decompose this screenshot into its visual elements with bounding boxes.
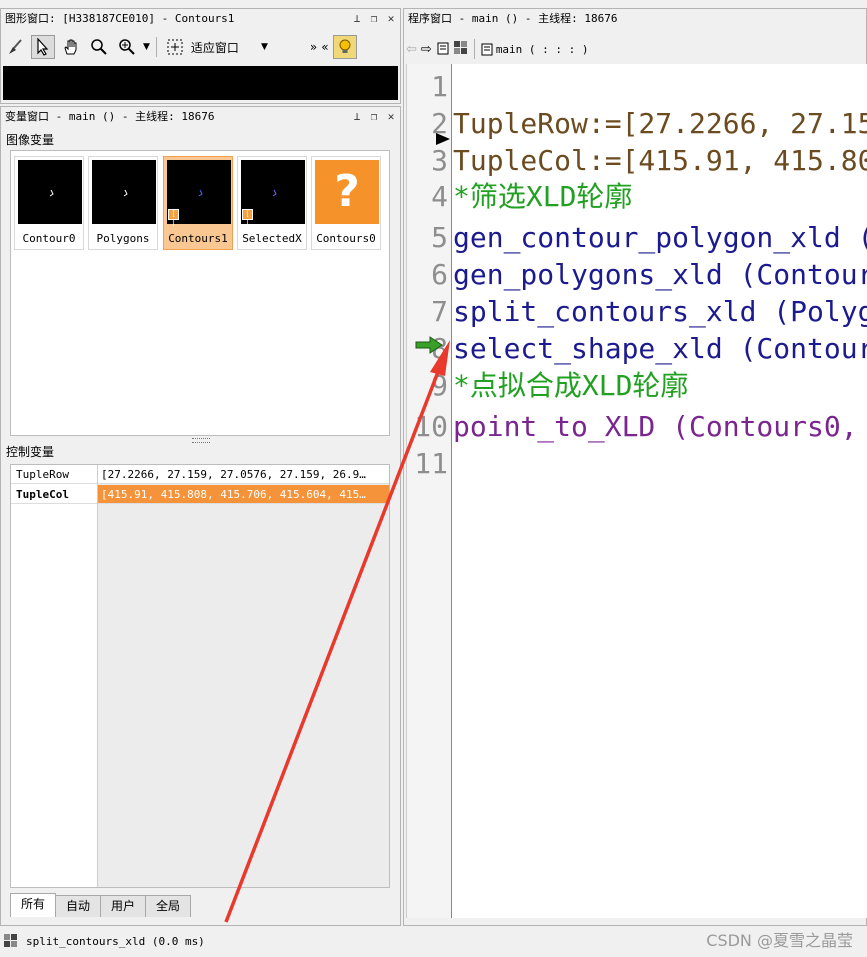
control-var-name: TupleRow (11, 465, 97, 484)
graphics-window: 图形窗口: [H338187CE010] - Contours1 ⊥ ❐ ✕ ▼… (0, 8, 401, 104)
back-icon[interactable]: ⇦ (406, 42, 417, 57)
pin-icon[interactable]: ⊥ (351, 110, 363, 123)
fit-window-label[interactable]: 适应窗口 (191, 39, 239, 56)
grid-icon[interactable] (453, 40, 468, 58)
tuple-flag-icon: [ ] (168, 209, 179, 227)
iconic-var-selectedx[interactable]: [ ] SelectedX (237, 156, 307, 250)
status-bar: split_contours_xld (0.0 ms) CSDN @夏雪之晶莹 (0, 927, 867, 957)
line-number: 1 (431, 70, 448, 103)
line-number: 5 (431, 221, 448, 254)
code-line[interactable]: 5gen_contour_polygon_xld (Contour0, Tupl… (407, 219, 867, 256)
expand-icon[interactable]: » (310, 40, 317, 54)
code-text: point_to_XLD (Contours0, TupleRow, Tuple… (453, 410, 867, 443)
graphics-toolbar: ▼ 适应窗口 ▼ » « (3, 33, 398, 61)
control-var-row[interactable]: TupleCol [415.91, 415.808, 415.706, 415.… (11, 485, 389, 504)
close-icon[interactable]: ✕ (385, 110, 397, 123)
code-line[interactable]: 1 (407, 68, 867, 105)
iconic-var-label: Contours0 (316, 232, 376, 245)
broom-icon[interactable] (3, 35, 27, 59)
line-number: 11 (414, 447, 448, 480)
zoom-icon[interactable] (115, 35, 139, 59)
iconic-var-label: Contour0 (22, 232, 76, 245)
code-text: TupleRow:=[27.2266, 27.159, 27.0576, 27.… (453, 107, 867, 140)
iconic-vars-label: 图像变量 (6, 133, 55, 147)
procedure-select[interactable]: main ( : : : ) (481, 43, 589, 56)
iconic-var-label: SelectedX (242, 232, 302, 245)
clipboard-icon[interactable] (436, 41, 450, 58)
iconic-var-polygons[interactable]: Polygons (88, 156, 158, 250)
status-message: split_contours_xld (0.0 ms) (26, 935, 205, 948)
control-var-row[interactable]: TupleRow [27.2266, 27.159, 27.0576, 27.1… (11, 465, 389, 484)
status-icon (4, 934, 18, 951)
procedure-icon (481, 43, 493, 55)
fit-icon[interactable] (163, 35, 187, 59)
code-line[interactable]: 6gen_polygons_xld (Contour0, Polygons, '… (407, 256, 867, 293)
control-var-value: [27.2266, 27.159, 27.0576, 27.159, 26.9… (98, 465, 389, 484)
lightbulb-icon[interactable] (332, 35, 357, 59)
tuple-flag-icon: [ ] (242, 209, 253, 227)
code-line[interactable]: 2TupleRow:=[27.2266, 27.159, 27.0576, 27… (407, 105, 867, 142)
insert-cursor-icon (436, 133, 450, 148)
control-vars-table: TupleRow [27.2266, 27.159, 27.0576, 27.1… (10, 464, 390, 888)
program-counter-icon (414, 334, 448, 359)
program-window-title: 程序窗口 - main () - 主线程: 18676 (408, 12, 618, 25)
iconic-var-contours0[interactable]: ? Contours0 (311, 156, 381, 250)
splitter-handle[interactable] (192, 438, 210, 443)
control-var-name: TupleCol (11, 485, 97, 504)
iconic-var-label: Polygons (96, 232, 150, 245)
pointer-icon[interactable] (31, 35, 55, 59)
line-number: 6 (431, 258, 448, 291)
control-name-column (11, 465, 98, 887)
thumbnail-image (92, 160, 156, 224)
line-number: 4 (431, 180, 448, 213)
procedure-select-value: main ( : : : ) (495, 42, 589, 56)
code-text: select_shape_xld (Contours1, SelectedXLD… (453, 332, 867, 365)
control-var-value: [415.91, 415.808, 415.706, 415.604, 415… (98, 485, 389, 504)
tab-global[interactable]: 全局 (145, 895, 192, 917)
collapse-icon[interactable]: « (321, 40, 328, 54)
restore-icon[interactable]: ❐ (368, 12, 380, 25)
program-toolbar: ⇦ ⇨ main ( : : : ) (406, 37, 864, 61)
hand-icon[interactable] (59, 35, 83, 59)
tab-auto[interactable]: 自动 (55, 895, 102, 917)
chevron-down-icon[interactable]: ▼ (143, 42, 150, 52)
chevron-down-icon[interactable]: ▼ (261, 42, 268, 52)
code-text: split_contours_xld (Polygons, Contours1,… (453, 295, 867, 328)
code-editor[interactable]: 12TupleRow:=[27.2266, 27.159, 27.0576, 2… (406, 64, 867, 918)
close-icon[interactable]: ✕ (385, 12, 397, 25)
code-line[interactable]: 8select_shape_xld (Contours1, SelectedXL… (407, 330, 867, 367)
tab-user[interactable]: 用户 (100, 895, 147, 917)
code-line[interactable]: 7split_contours_xld (Polygons, Contours1… (407, 293, 867, 330)
line-number: 9 (431, 369, 448, 402)
code-text: gen_polygons_xld (Contour0, Polygons, 'r… (453, 258, 867, 291)
code-line[interactable]: 9 *点拟合成XLD轮廓 (407, 367, 867, 404)
control-vars-label: 控制变量 (6, 445, 55, 459)
restore-icon[interactable]: ❐ (368, 110, 380, 123)
variable-scope-tabs: 所有 自动 用户 全局 (10, 893, 192, 917)
code-text: *点拟合成XLD轮廓 (453, 369, 689, 402)
code-line[interactable]: 3TupleCol:=[415.91, 415.808, 415.706, 41… (407, 142, 867, 179)
pin-icon[interactable]: ⊥ (351, 12, 363, 25)
graphics-window-title: 图形窗口: [H338187CE010] - Contours1 (5, 12, 235, 25)
code-text: TupleCol:=[415.91, 415.808, 415.706, 415… (453, 144, 867, 177)
line-number: 7 (431, 295, 448, 328)
graphics-canvas[interactable] (3, 66, 398, 100)
iconic-var-contours1[interactable]: [ ] Contours1 (163, 156, 233, 250)
thumbnail-image (18, 160, 82, 224)
variable-window-title: 变量窗口 - main () - 主线程: 18676 (5, 110, 215, 123)
code-line[interactable]: 11 (407, 445, 867, 482)
magnify-icon[interactable] (87, 35, 111, 59)
iconic-var-contour0[interactable]: Contour0 (14, 156, 84, 250)
code-text: *筛选XLD轮廓 (453, 180, 633, 213)
question-icon: ? (315, 160, 379, 224)
watermark: CSDN @夏雪之晶莹 (706, 931, 853, 950)
forward-icon[interactable]: ⇨ (421, 42, 432, 57)
code-line[interactable]: 10point_to_XLD (Contours0, TupleRow, Tup… (407, 408, 867, 445)
code-line[interactable]: 4 *筛选XLD轮廓 (407, 178, 867, 215)
iconic-var-label: Contours1 (168, 232, 228, 245)
code-text: gen_contour_polygon_xld (Contour0, Tuple… (453, 221, 867, 254)
tab-all[interactable]: 所有 (10, 893, 57, 917)
line-number: 10 (414, 410, 448, 443)
